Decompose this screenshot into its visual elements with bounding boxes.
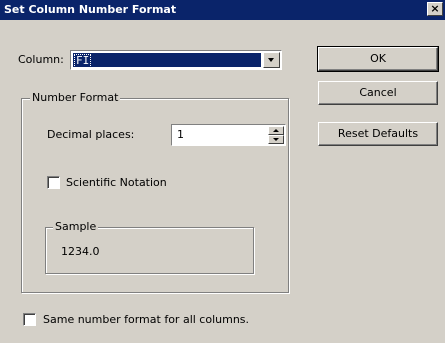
- number-format-group-label: Number Format: [30, 91, 121, 104]
- ok-button[interactable]: OK: [317, 46, 439, 72]
- reset-defaults-button[interactable]: Reset Defaults: [318, 122, 438, 146]
- dialog-title: Set Column Number Format: [4, 3, 177, 16]
- column-dropdown-button[interactable]: [263, 52, 280, 68]
- close-button[interactable]: ×: [427, 2, 443, 16]
- column-dropdown[interactable]: FI: [70, 50, 282, 70]
- decimal-places-decrement-button[interactable]: [268, 135, 284, 144]
- cancel-button[interactable]: Cancel: [318, 81, 438, 105]
- same-format-checkbox[interactable]: [23, 313, 36, 326]
- column-selected-value: FI: [74, 54, 92, 68]
- decimal-places-increment-button[interactable]: [268, 126, 284, 135]
- same-format-label: Same number format for all columns.: [43, 313, 250, 326]
- scientific-notation-label: Scientific Notation: [66, 176, 167, 189]
- decimal-places-label: Decimal places:: [47, 128, 135, 141]
- sample-value: 1234.0: [61, 245, 100, 258]
- column-label: Column:: [18, 53, 64, 66]
- sample-group-label: Sample: [53, 220, 99, 233]
- decimal-places-spinner[interactable]: 1: [171, 124, 286, 146]
- scientific-notation-checkbox[interactable]: [47, 176, 60, 189]
- chevron-down-icon: [268, 58, 274, 62]
- spin-down-icon: [273, 138, 279, 141]
- column-selection-highlight: FI: [73, 53, 261, 68]
- spin-up-icon: [273, 129, 279, 132]
- title-bar: Set Column Number Format ×: [0, 0, 445, 20]
- close-icon: ×: [430, 2, 440, 15]
- decimal-places-value[interactable]: 1: [177, 128, 184, 141]
